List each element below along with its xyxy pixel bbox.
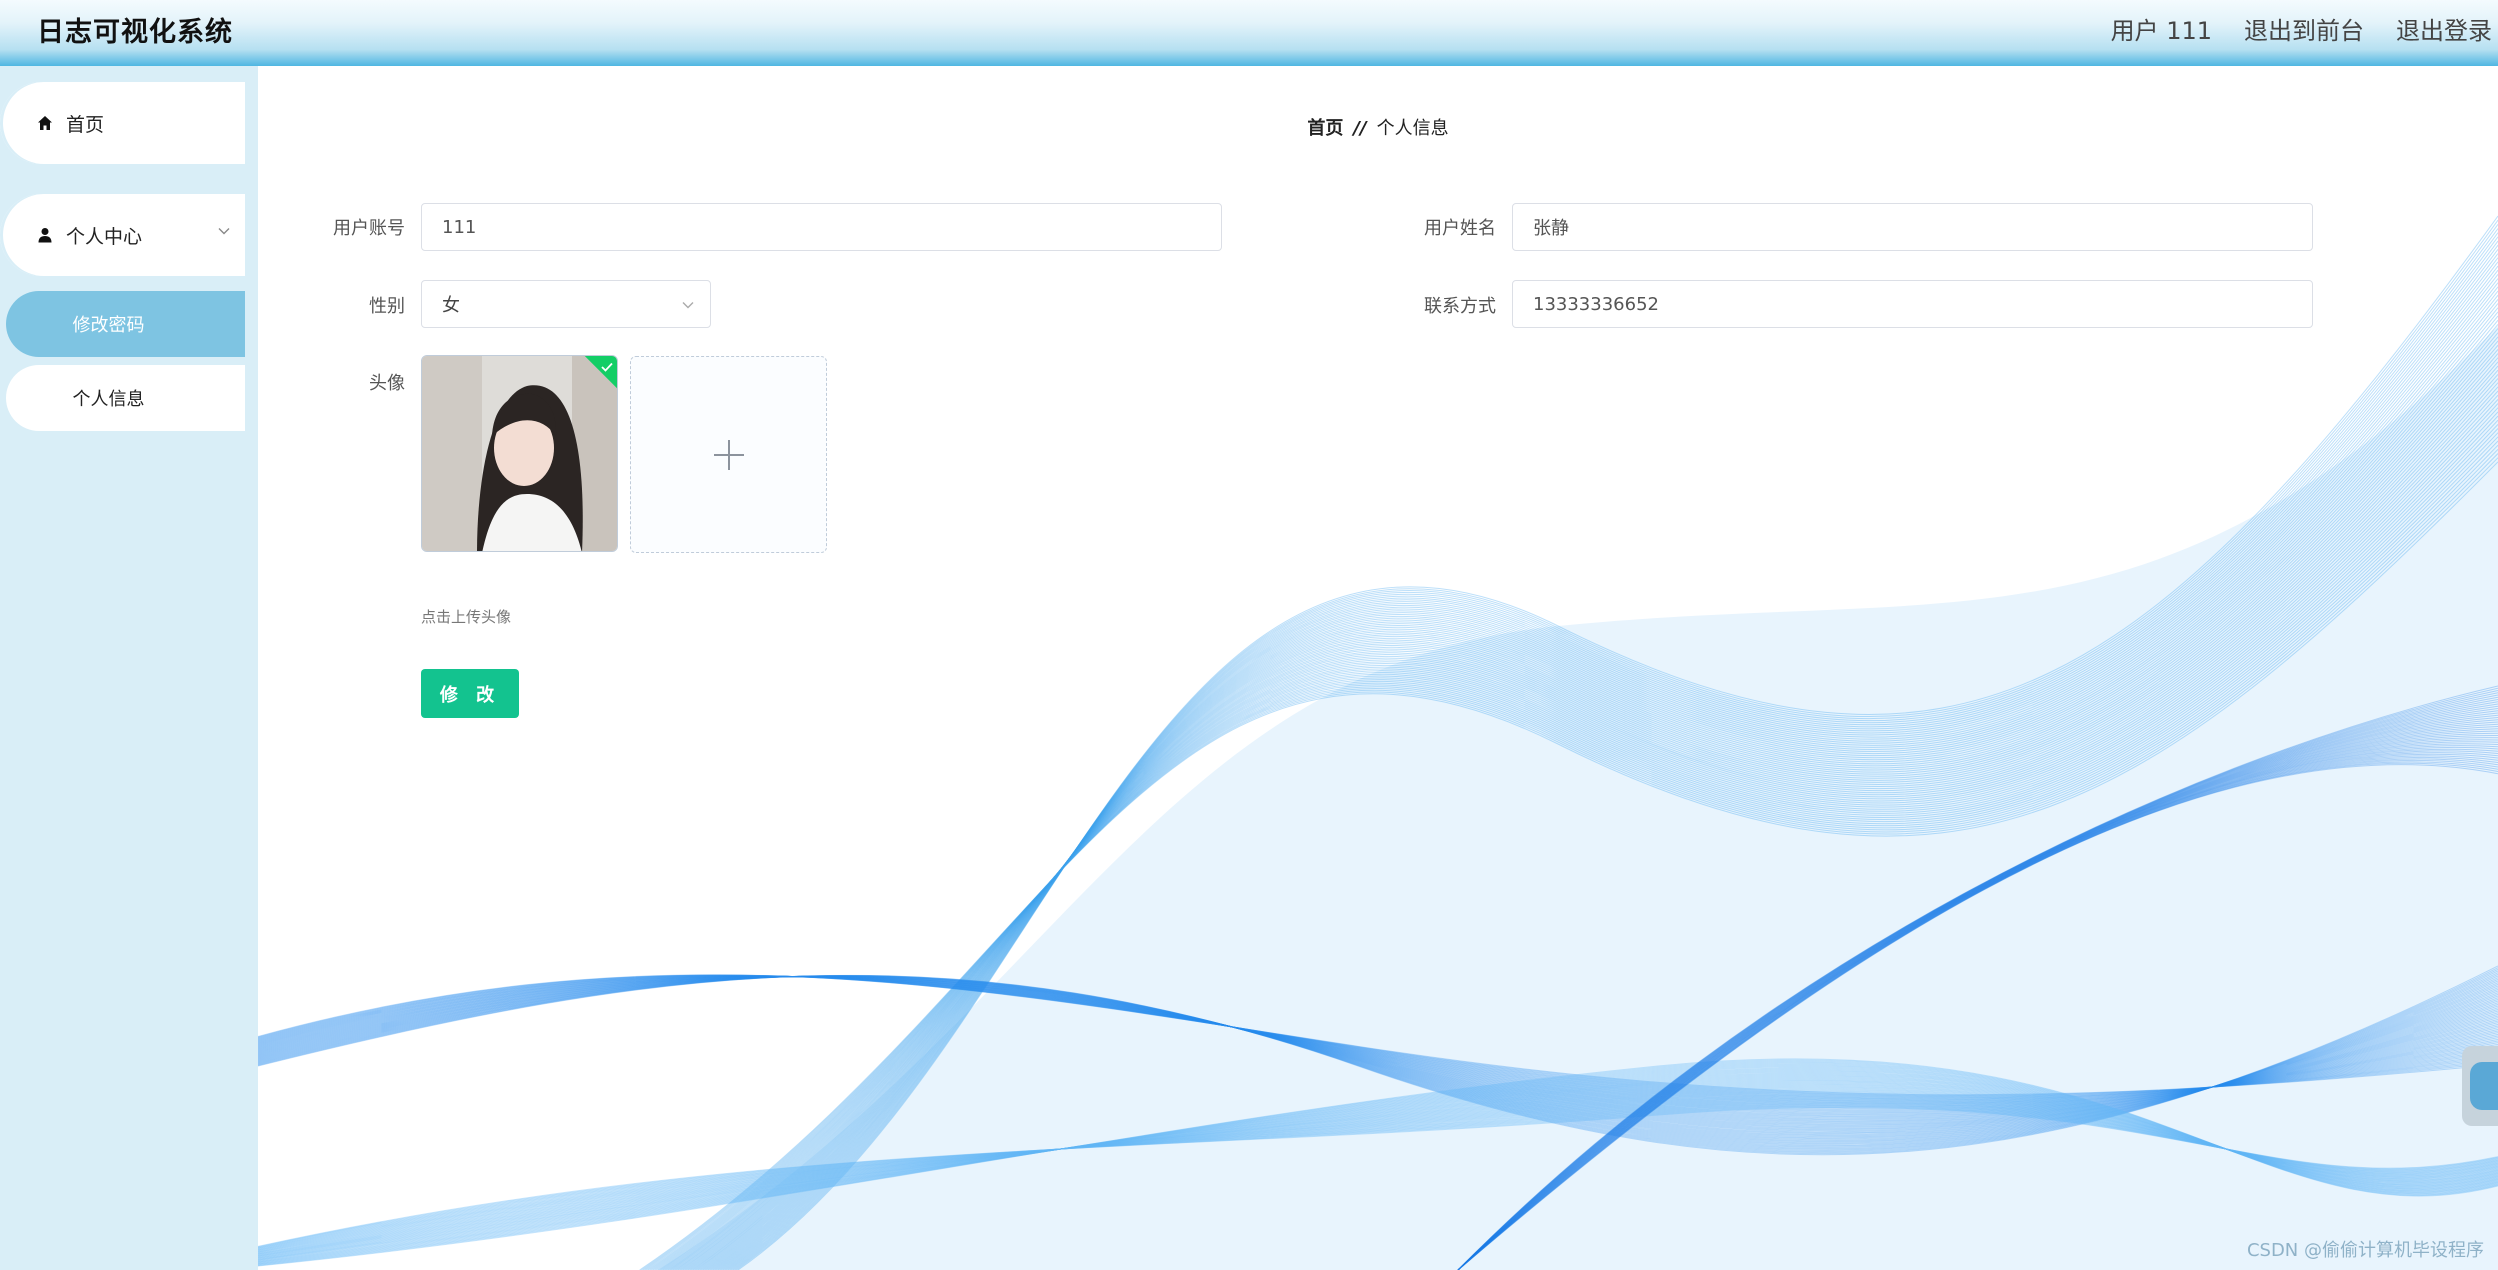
sidebar-item-label: 个人中心: [66, 225, 143, 248]
breadcrumb-home[interactable]: 首页: [1307, 118, 1343, 139]
avatar-photo: [422, 356, 617, 551]
submit-button[interactable]: 修 改: [421, 669, 519, 718]
app-title: 日志可视化系统: [37, 17, 233, 48]
sidebar-item-home[interactable]: 首页: [0, 82, 245, 164]
check-icon: [601, 362, 613, 372]
sidebar-item-label: 修改密码: [72, 315, 145, 336]
floating-side-widget[interactable]: [2462, 1046, 2498, 1126]
avatar-label: 头像: [369, 373, 405, 394]
chevron-down-icon: [218, 228, 230, 235]
watermark: CSDN @偷偷计算机毕设程序: [2246, 1240, 2484, 1261]
header-links: 用户 111 退出到前台 退出登录: [2111, 11, 2492, 46]
phone-label: 联系方式: [1424, 296, 1496, 317]
name-input[interactable]: [1512, 203, 2313, 251]
name-label: 用户姓名: [1424, 218, 1496, 239]
sidebar-item-personal-info[interactable]: 个人信息: [6, 365, 245, 431]
chevron-down-icon: [682, 302, 694, 309]
account-label: 用户账号: [333, 218, 405, 239]
user-icon: [36, 226, 54, 244]
home-icon: [36, 114, 54, 132]
top-header: 日志可视化系统 用户 111 退出到前台 退出登录: [0, 0, 2498, 66]
sidebar-item-label: 首页: [66, 113, 105, 136]
sidebar: 首页 个人中心 修改密码 个人信息: [0, 66, 258, 1270]
logout-link[interactable]: 退出登录: [2396, 11, 2492, 46]
back-to-front-link[interactable]: 退出到前台: [2244, 11, 2364, 46]
account-input[interactable]: [421, 203, 1222, 251]
breadcrumb-current: 个人信息: [1376, 118, 1449, 139]
avatar-upload-button[interactable]: [630, 356, 827, 553]
current-user-label[interactable]: 用户 111: [2111, 11, 2212, 46]
sidebar-item-personal-center[interactable]: 个人中心: [0, 194, 245, 276]
gender-select[interactable]: 女: [421, 280, 711, 328]
breadcrumb: 首页 // 个人信息: [258, 114, 2498, 140]
main-content: 首页 // 个人信息 用户账号 用户姓名 性别 女 联系方式 头像 点击上传头像 修…: [258, 66, 2498, 1270]
upload-tip: 点击上传头像: [421, 608, 512, 626]
breadcrumb-separator: //: [1353, 118, 1367, 139]
gender-label: 性别: [369, 296, 405, 317]
sidebar-item-change-password[interactable]: 修改密码: [6, 291, 245, 357]
phone-input[interactable]: [1512, 280, 2313, 328]
avatar-thumbnail[interactable]: [421, 355, 618, 552]
gender-select-value: 女: [442, 295, 460, 316]
sidebar-item-label: 个人信息: [72, 389, 145, 410]
plus-icon: [713, 439, 744, 470]
